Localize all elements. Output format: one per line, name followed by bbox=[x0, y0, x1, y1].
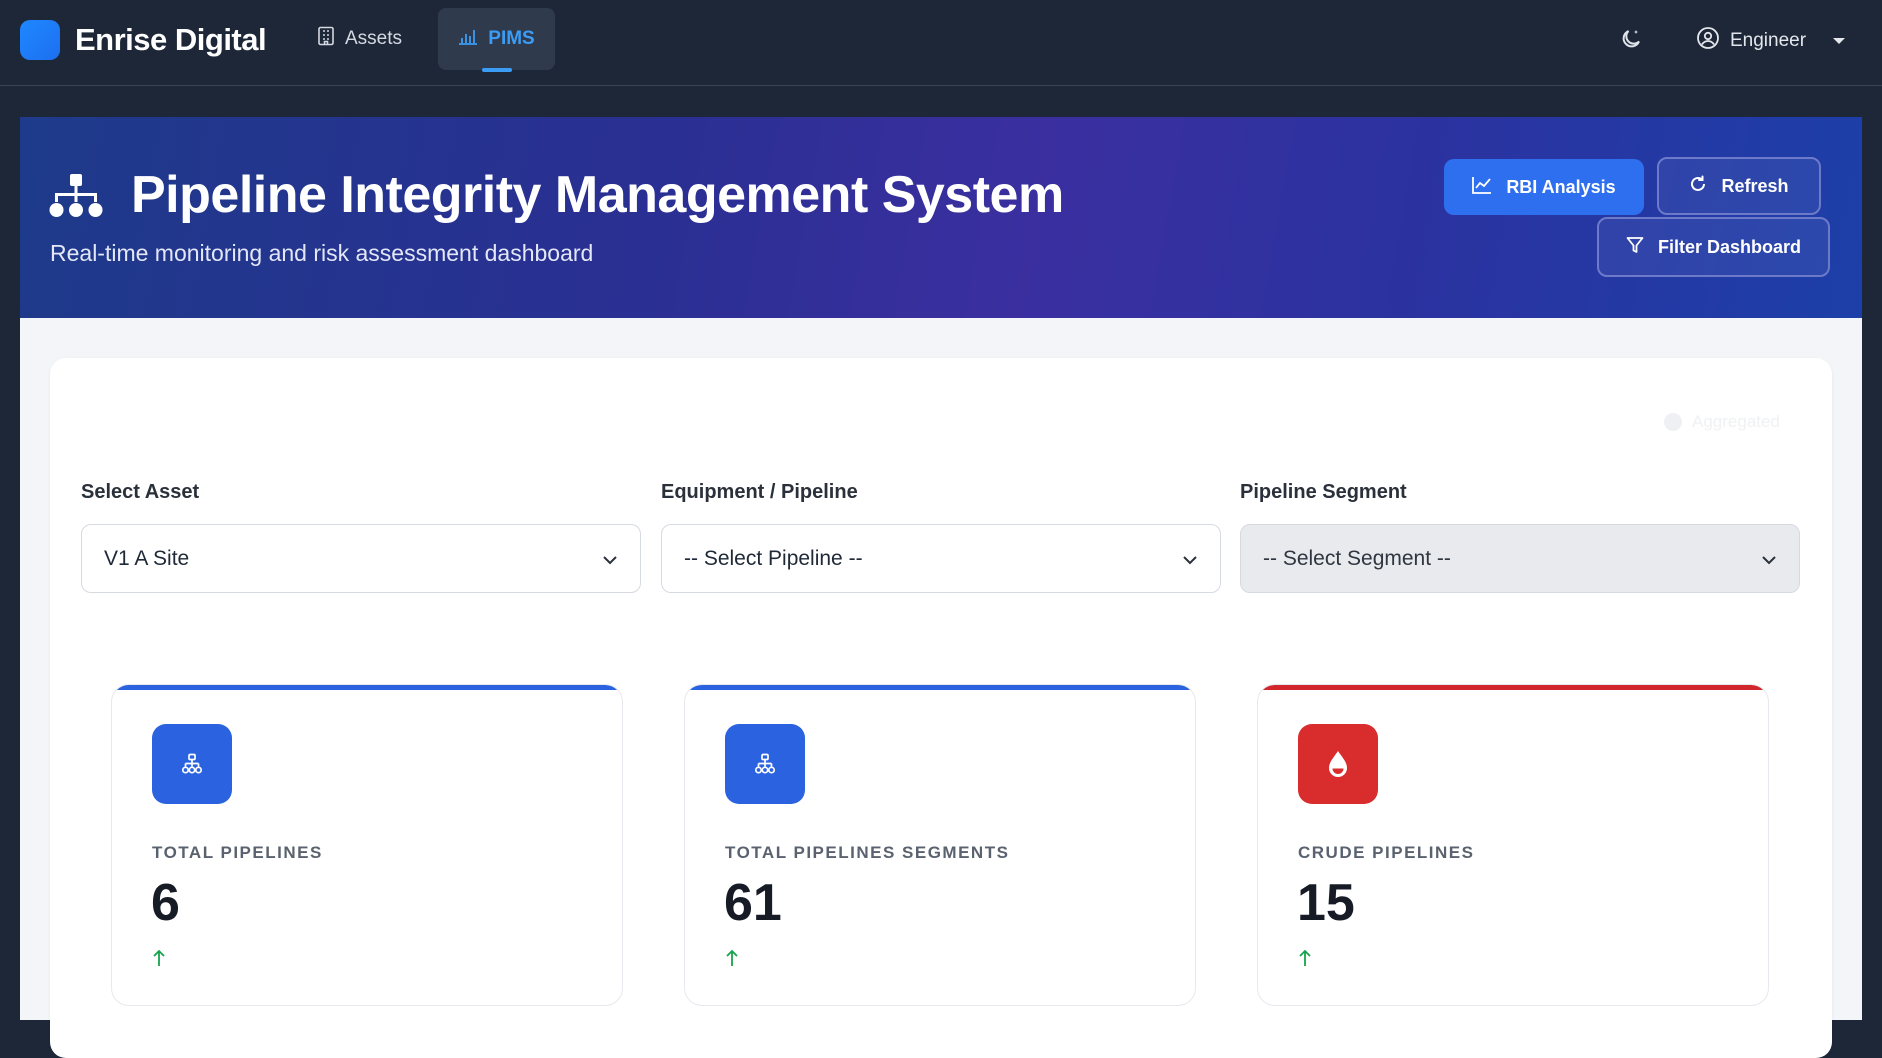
stat-card-total-segments[interactable]: TOTAL PIPELINES SEGMENTS 61 bbox=[684, 684, 1196, 1006]
pipeline-select-value: -- Select Pipeline -- bbox=[684, 546, 863, 570]
filter-dashboard-button[interactable]: Filter Dashboard bbox=[1597, 217, 1830, 277]
rbi-analysis-label: RBI Analysis bbox=[1506, 176, 1616, 197]
stat-card-total-pipelines[interactable]: TOTAL PIPELINES 6 bbox=[111, 684, 623, 1006]
hero-banner: Pipeline Integrity Management System Rea… bbox=[20, 117, 1862, 318]
trend-up-icon bbox=[1298, 949, 1312, 972]
nav-item-label: Assets bbox=[345, 28, 403, 49]
theme-toggle-button[interactable] bbox=[1616, 26, 1646, 56]
chevron-down-icon bbox=[602, 547, 618, 571]
sitemap-icon bbox=[725, 724, 805, 804]
caret-down-icon bbox=[1832, 30, 1846, 52]
pipeline-select[interactable]: -- Select Pipeline -- bbox=[661, 524, 1221, 593]
stat-accent-bar bbox=[112, 685, 622, 690]
segment-select[interactable]: -- Select Segment -- bbox=[1240, 524, 1800, 593]
stat-accent-bar bbox=[1258, 685, 1768, 690]
segment-select-value: -- Select Segment -- bbox=[1263, 546, 1451, 570]
building-icon bbox=[317, 26, 335, 52]
chevron-down-icon bbox=[1761, 547, 1777, 571]
filter-icon bbox=[1626, 236, 1644, 259]
dashboard-card: Aggregated Select Asset V1 A Site Equipm… bbox=[50, 358, 1832, 1058]
nav-item-assets[interactable]: Assets bbox=[297, 8, 422, 70]
rbi-analysis-button[interactable]: RBI Analysis bbox=[1444, 159, 1644, 215]
refresh-button[interactable]: Refresh bbox=[1657, 157, 1821, 215]
segment-select-label: Pipeline Segment bbox=[1240, 481, 1407, 503]
stat-value: 61 bbox=[724, 874, 782, 932]
stat-card-crude-pipelines[interactable]: CRUDE PIPELINES 15 bbox=[1257, 684, 1769, 1006]
page-subtitle: Real-time monitoring and risk assessment… bbox=[50, 240, 594, 266]
toggle-indicator bbox=[1664, 413, 1682, 431]
main-content: Aggregated Select Asset V1 A Site Equipm… bbox=[20, 318, 1862, 1058]
nav-item-pims[interactable]: PIMS bbox=[438, 8, 555, 72]
stat-value: 6 bbox=[151, 874, 180, 932]
nav-item-label: PIMS bbox=[488, 28, 535, 49]
active-indicator bbox=[482, 68, 512, 72]
stat-label: CRUDE PIPELINES bbox=[1298, 843, 1475, 862]
user-name: Engineer bbox=[1730, 30, 1807, 51]
aggregated-toggle[interactable]: Aggregated bbox=[1664, 412, 1780, 432]
stat-label: TOTAL PIPELINES bbox=[152, 843, 323, 862]
asset-select[interactable]: V1 A Site bbox=[81, 524, 641, 593]
trend-up-icon bbox=[725, 949, 739, 972]
chevron-down-icon bbox=[1182, 547, 1198, 571]
pipeline-select-label: Equipment / Pipeline bbox=[661, 481, 858, 503]
sitemap-icon bbox=[49, 174, 103, 223]
page-title: Pipeline Integrity Management System bbox=[131, 166, 1064, 224]
filter-dashboard-label: Filter Dashboard bbox=[1657, 236, 1802, 257]
user-circle-icon bbox=[1696, 26, 1720, 56]
asset-select-label: Select Asset bbox=[81, 481, 200, 503]
asset-select-value: V1 A Site bbox=[104, 546, 190, 570]
stat-label: TOTAL PIPELINES SEGMENTS bbox=[725, 843, 1010, 862]
aggregated-label: Aggregated bbox=[1692, 412, 1780, 431]
droplet-icon bbox=[1298, 724, 1378, 804]
user-menu[interactable]: Engineer bbox=[1696, 24, 1846, 58]
refresh-label: Refresh bbox=[1721, 175, 1789, 196]
top-navbar: Enrise Digital Assets PIMS Engineer bbox=[0, 0, 1882, 86]
brand-name[interactable]: Enrise Digital bbox=[75, 22, 267, 58]
moon-icon bbox=[1619, 27, 1643, 56]
brand-logo[interactable] bbox=[20, 20, 60, 60]
stat-accent-bar bbox=[685, 685, 1195, 690]
trend-up-icon bbox=[152, 949, 166, 972]
sitemap-icon bbox=[152, 724, 232, 804]
stat-value: 15 bbox=[1297, 874, 1355, 932]
refresh-icon bbox=[1689, 175, 1707, 198]
bar-chart-icon bbox=[458, 27, 478, 51]
line-chart-icon bbox=[1472, 176, 1492, 199]
